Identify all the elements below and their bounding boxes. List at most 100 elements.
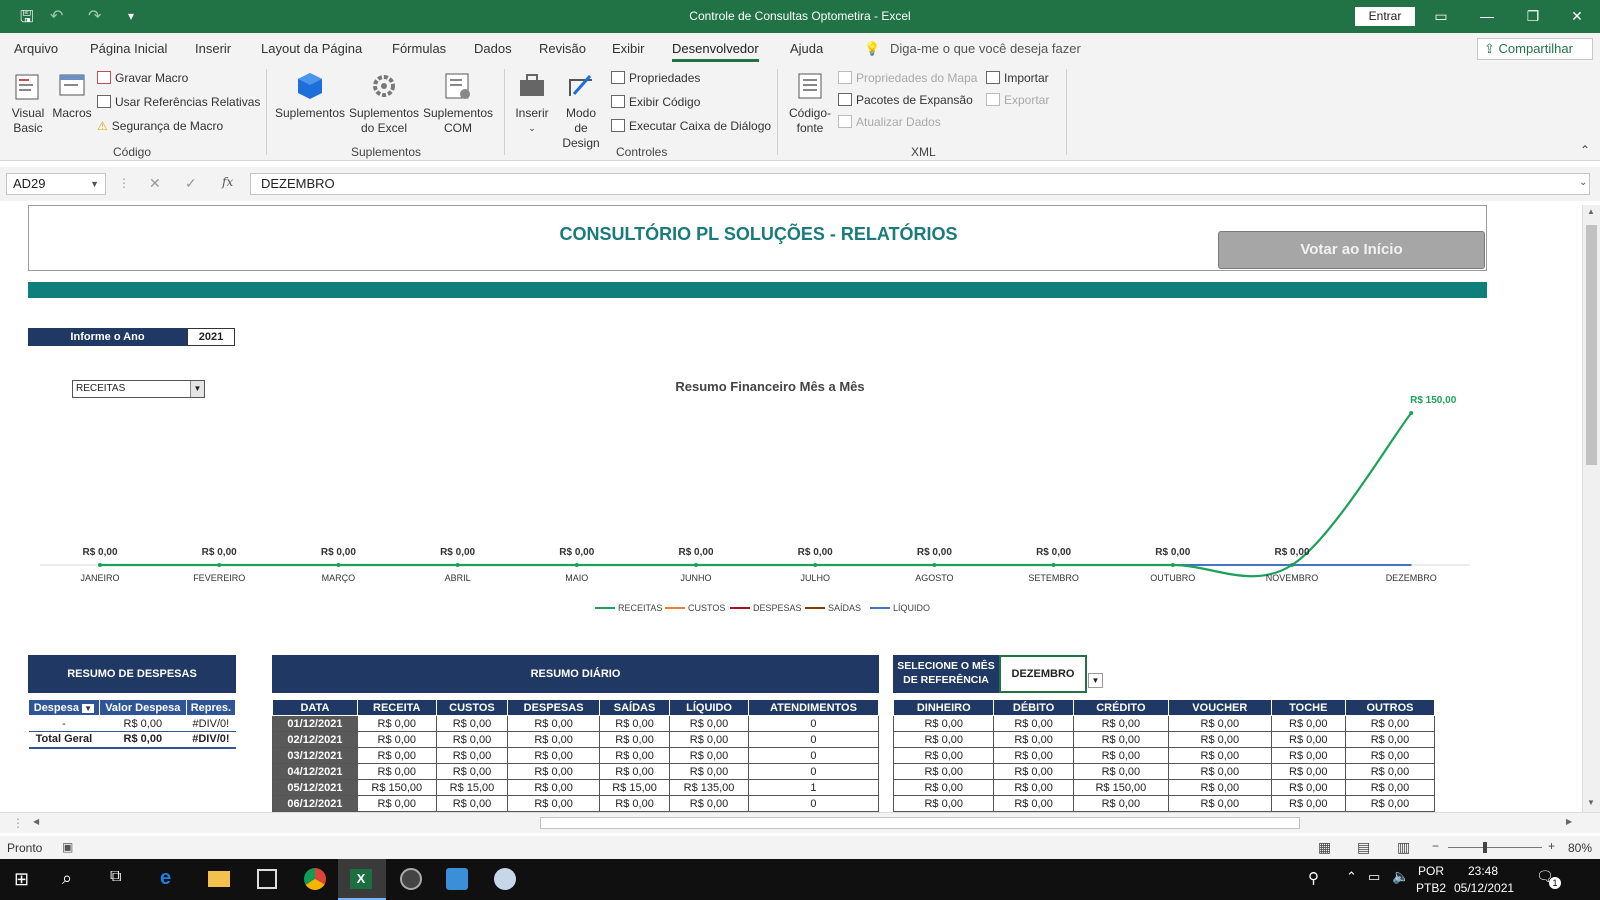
chevron-down-icon[interactable]: ▼ [90,174,99,194]
expansion-packs-button[interactable]: Pacotes de Expansão [838,93,973,107]
paint-icon[interactable] [494,868,516,890]
name-box[interactable]: AD29 ▼ [6,173,106,195]
source-button[interactable]: Código-fonte [786,70,834,136]
tab-revisao[interactable]: Revisão [539,41,586,56]
month-select-input[interactable]: DEZEMBRO [999,655,1087,693]
back-to-start-button[interactable]: Votar ao Início [1218,231,1485,269]
tab-layout[interactable]: Layout da Página [261,41,362,56]
view-code-button[interactable]: Exibir Código [611,95,700,109]
design-mode-button[interactable]: Modo de Design [558,70,604,151]
scroll-right-icon[interactable]: ▶ [1566,817,1572,826]
store-icon[interactable] [257,869,277,889]
run-dialog-button[interactable]: Executar Caixa de Diálogo [611,119,771,133]
relative-references-icon [97,95,111,108]
chevron-down-icon[interactable]: ▼ [1088,673,1103,688]
diario-table: DATA RECEITA CUSTOS DESPESAS SAÍDAS LÍQU… [272,699,880,812]
normal-view-icon[interactable]: ▦ [1318,839,1331,856]
expand-formula-icon[interactable]: ⌄ [1579,177,1587,188]
zoom-slider[interactable] [1448,847,1542,848]
search-icon[interactable]: ⌕ [62,868,72,889]
horizontal-scrollbar[interactable]: ⋮ ◀ ▶ [0,812,1600,833]
visual-basic-button[interactable]: Visual Basic [8,70,48,136]
relative-references-button[interactable]: Usar Referências Relativas [97,95,260,109]
edge-icon[interactable]: e [160,867,171,890]
people-icon[interactable]: ⚲ [1308,869,1319,887]
refresh-data-button[interactable]: Atualizar Dados [838,115,941,129]
map-properties-button[interactable]: Propriedades do Mapa [838,71,977,85]
scroll-thumb[interactable] [1586,225,1597,465]
collapse-ribbon-icon[interactable]: ⌃ [1580,143,1590,157]
record-macro-button[interactable]: Gravar Macro [97,71,188,85]
zoom-in-icon[interactable]: + [1548,839,1555,853]
visual-basic-icon [15,74,39,100]
chrome-icon[interactable] [304,868,326,890]
tell-me-search[interactable]: Diga-me o que você deseja fazer [890,41,1081,56]
x-tick-label: OUTUBRO [1150,573,1195,583]
windows-start-icon[interactable]: ⊞ [14,869,29,890]
formula-input[interactable]: DEZEMBRO [250,173,1590,195]
insert-function-icon[interactable]: fx [222,175,233,189]
insert-control-button[interactable]: Inserir ⌄ [512,70,552,136]
table-cell: R$ 135,00 [669,779,749,796]
zoom-out-icon[interactable]: − [1432,839,1439,853]
import-button[interactable]: Importar [986,71,1049,85]
macros-button[interactable]: Macros [52,70,92,121]
table-cell: R$ 0,00 [598,795,671,812]
addins-button[interactable]: Suplementos [274,70,346,121]
language-code[interactable]: POR [1418,864,1444,878]
worksheet[interactable]: CONSULTÓRIO PL SOLUÇÕES - RELATÓRIOS Vot… [0,205,1582,812]
tab-desenvolvedor[interactable]: Desenvolvedor [672,41,759,62]
despesas-header-despesa[interactable]: Despesa ▼ [28,699,100,716]
scroll-thumb[interactable] [540,817,1300,829]
tab-inserir[interactable]: Inserir [195,41,231,56]
restore-icon[interactable]: ❐ [1510,4,1556,29]
share-button[interactable]: ⇪ Compartilhar [1477,38,1593,60]
x-tick-label: ABRIL [445,573,471,583]
zoom-level[interactable]: 80% [1568,841,1592,855]
macro-record-icon[interactable]: ▣ [62,840,73,854]
remote-desktop-icon[interactable] [446,868,468,890]
clock-date[interactable]: 05/12/2021 [1454,881,1514,895]
close-icon[interactable]: ✕ [1554,4,1600,29]
page-layout-view-icon[interactable]: ▤ [1357,839,1370,856]
filter-dropdown-icon[interactable]: ▼ [82,703,95,713]
tab-formulas[interactable]: Fórmulas [392,41,446,56]
tab-exibir[interactable]: Exibir [612,41,645,56]
scroll-up-icon[interactable]: ▲ [1587,207,1595,216]
com-addins-button[interactable]: Suplementos COM [422,70,494,136]
tab-arquivo[interactable]: Arquivo [14,41,58,56]
cancel-icon[interactable]: ✕ [149,175,161,192]
enter-icon[interactable]: ✓ [185,175,197,192]
network-icon[interactable]: ▭ [1368,869,1380,885]
sheet-tabs-grip-icon[interactable]: ⋮ [12,816,24,830]
scroll-left-icon[interactable]: ◀ [33,817,39,826]
properties-button[interactable]: Propriedades [611,71,700,85]
obs-icon[interactable] [400,868,422,890]
export-button[interactable]: Exportar [986,93,1049,107]
minimize-icon[interactable]: — [1464,4,1510,29]
tab-pagina-inicial[interactable]: Página Inicial [90,41,167,56]
year-input[interactable]: 2021 [187,328,235,346]
macro-security-button[interactable]: ⚠ Segurança de Macro [97,119,223,133]
page-break-view-icon[interactable]: ▥ [1397,839,1410,856]
vertical-scrollbar[interactable]: ▲ ▼ [1582,205,1600,812]
file-explorer-icon[interactable] [208,871,230,887]
scroll-down-icon[interactable]: ▼ [1587,798,1595,807]
table-cell: R$ 0,00 [356,715,437,732]
data-point [1170,563,1175,567]
task-view-icon[interactable]: ⧉ [110,868,121,886]
tab-ajuda[interactable]: Ajuda [790,41,823,56]
ribbon-display-icon[interactable]: ▭ [1418,4,1464,29]
excel-taskbar-item[interactable]: X [338,859,386,900]
tab-dados[interactable]: Dados [474,41,512,56]
keyboard-layout[interactable]: PTB2 [1416,881,1446,895]
volume-icon[interactable]: 🔈 [1392,868,1409,885]
zoom-slider-thumb[interactable] [1483,842,1487,853]
notification-count: 1 [1549,877,1561,889]
table-cell: R$ 0,00 [993,715,1074,732]
sign-in-button[interactable]: Entrar [1355,7,1415,26]
data-label: R$ 0,00 [559,547,594,558]
chevron-up-icon[interactable]: ⌃ [1346,869,1357,885]
excel-addins-button[interactable]: Suplementos do Excel [348,70,420,136]
clock-time[interactable]: 23:48 [1468,864,1498,878]
